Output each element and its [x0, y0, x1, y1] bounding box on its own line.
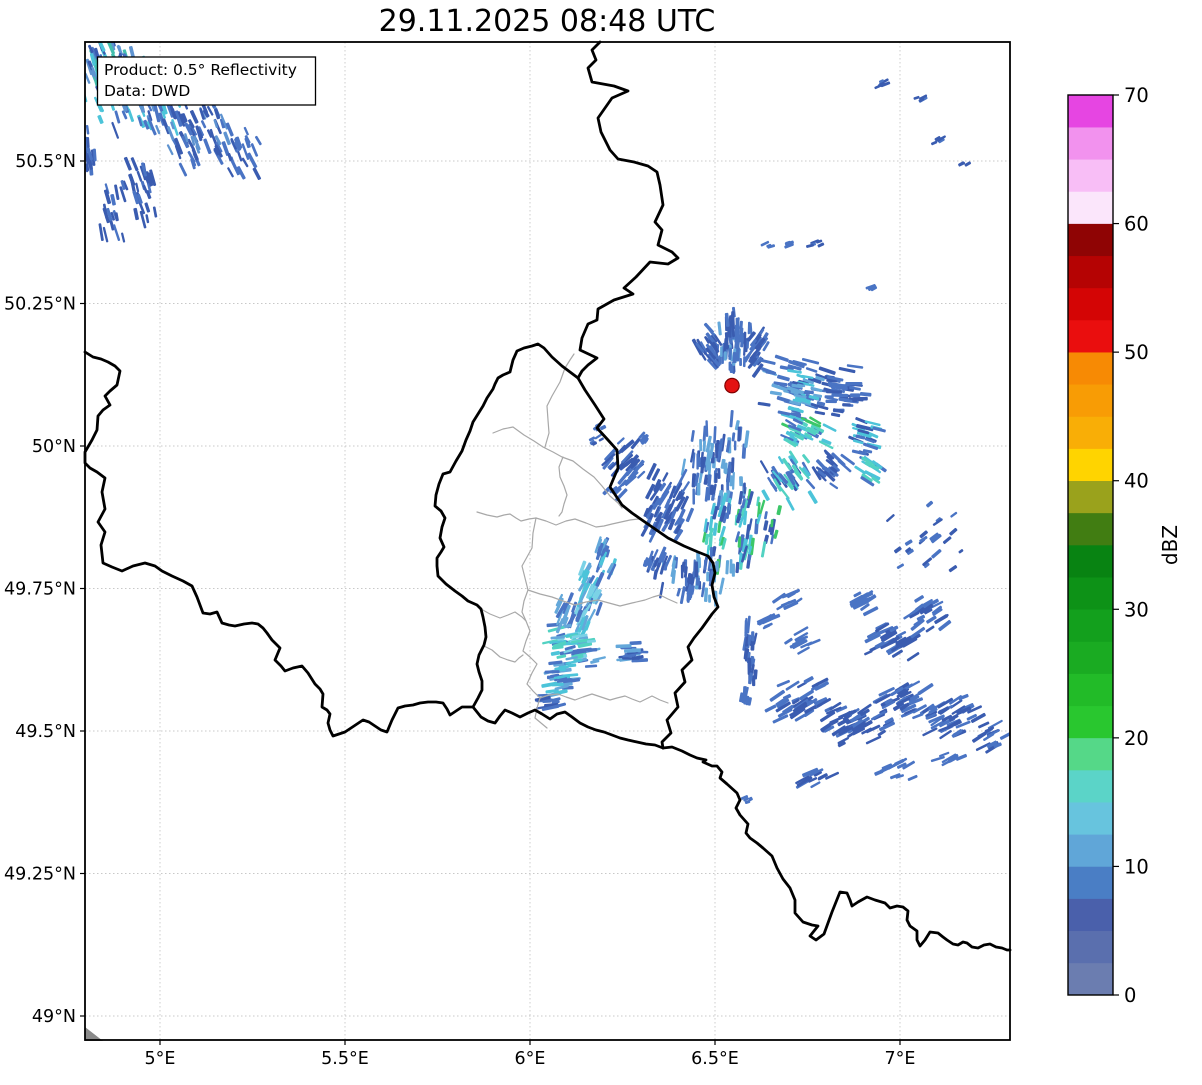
- colorbar-axis-label: dBZ: [1158, 525, 1182, 565]
- colorbar-band: [1068, 191, 1113, 224]
- y-tick-label: 49.5°N: [15, 722, 76, 742]
- colorbar-band: [1068, 480, 1113, 514]
- radar-figure: 5°E 5.5°E 6°E 6.5°E 7°E 49°N 49.25°N 49.5°N 49.7…: [0, 0, 1202, 1081]
- colorbar-band: [1068, 255, 1113, 289]
- colorbar-tick-label: 40: [1124, 470, 1149, 493]
- colorbar-band: [1068, 158, 1113, 192]
- radar-site-marker: [724, 377, 740, 394]
- colorbar-band: [1068, 544, 1113, 578]
- y-tick-label: 50°N: [32, 437, 76, 457]
- colorbar-band: [1068, 866, 1113, 899]
- colorbar-band: [1068, 641, 1113, 674]
- colorbar-tick-label: 0: [1124, 984, 1136, 1007]
- colorbar-band: [1068, 319, 1113, 353]
- colorbar-band: [1068, 223, 1113, 257]
- y-tick-label: 49.25°N: [4, 865, 76, 885]
- x-tick-label: 5.5°E: [321, 1049, 369, 1069]
- colorbar-band: [1068, 930, 1113, 964]
- colorbar-band: [1068, 608, 1113, 642]
- colorbar-band: [1068, 416, 1113, 449]
- annotation-data-line: Data: DWD: [104, 82, 190, 100]
- colorbar-tick-label: 10: [1124, 855, 1149, 878]
- y-tick-label: 50.5°N: [15, 152, 76, 172]
- colorbar-band: [1068, 448, 1113, 482]
- y-tick-label: 49°N: [32, 1007, 76, 1027]
- colorbar-band: [1068, 94, 1113, 128]
- colorbar-band: [1068, 673, 1113, 707]
- x-tick-label: 5°E: [145, 1049, 176, 1069]
- colorbar-band: [1068, 126, 1113, 160]
- colorbar: [1068, 94, 1113, 996]
- colorbar-band: [1068, 512, 1113, 546]
- colorbar-band: [1068, 737, 1113, 771]
- product-annotation-box: Product: 0.5° Reflectivity Data: DWD: [96, 56, 317, 106]
- colorbar-band: [1068, 705, 1113, 739]
- y-tick-label: 49.75°N: [4, 580, 76, 600]
- x-tick-label: 6.5°E: [691, 1049, 739, 1069]
- colorbar-band: [1068, 898, 1113, 932]
- colorbar-tick-label: 70: [1124, 84, 1149, 107]
- colorbar-band: [1068, 383, 1113, 417]
- radar-map-canvas: 5°E 5.5°E 6°E 6.5°E 7°E 49°N 49.25°N 49.5°N 49.7…: [0, 0, 1202, 1081]
- y-tick-label: 50.25°N: [4, 295, 76, 315]
- colorbar-tick-label: 30: [1124, 598, 1149, 621]
- colorbar-band: [1068, 576, 1113, 610]
- colorbar-tick-label: 60: [1124, 213, 1149, 236]
- colorbar-band: [1068, 833, 1113, 867]
- colorbar-tick-label: 20: [1124, 727, 1149, 750]
- colorbar-band: [1068, 962, 1113, 996]
- colorbar-band: [1068, 769, 1113, 803]
- plot-title: 29.11.2025 08:48 UTC: [379, 4, 716, 39]
- annotation-product-line: Product: 0.5° Reflectivity: [104, 61, 297, 79]
- colorbar-band: [1068, 351, 1113, 385]
- x-tick-label: 6°E: [515, 1049, 546, 1069]
- colorbar-band: [1068, 801, 1113, 835]
- x-tick-label: 7°E: [885, 1049, 916, 1069]
- colorbar-tick-label: 50: [1124, 341, 1149, 364]
- colorbar-band: [1068, 287, 1113, 321]
